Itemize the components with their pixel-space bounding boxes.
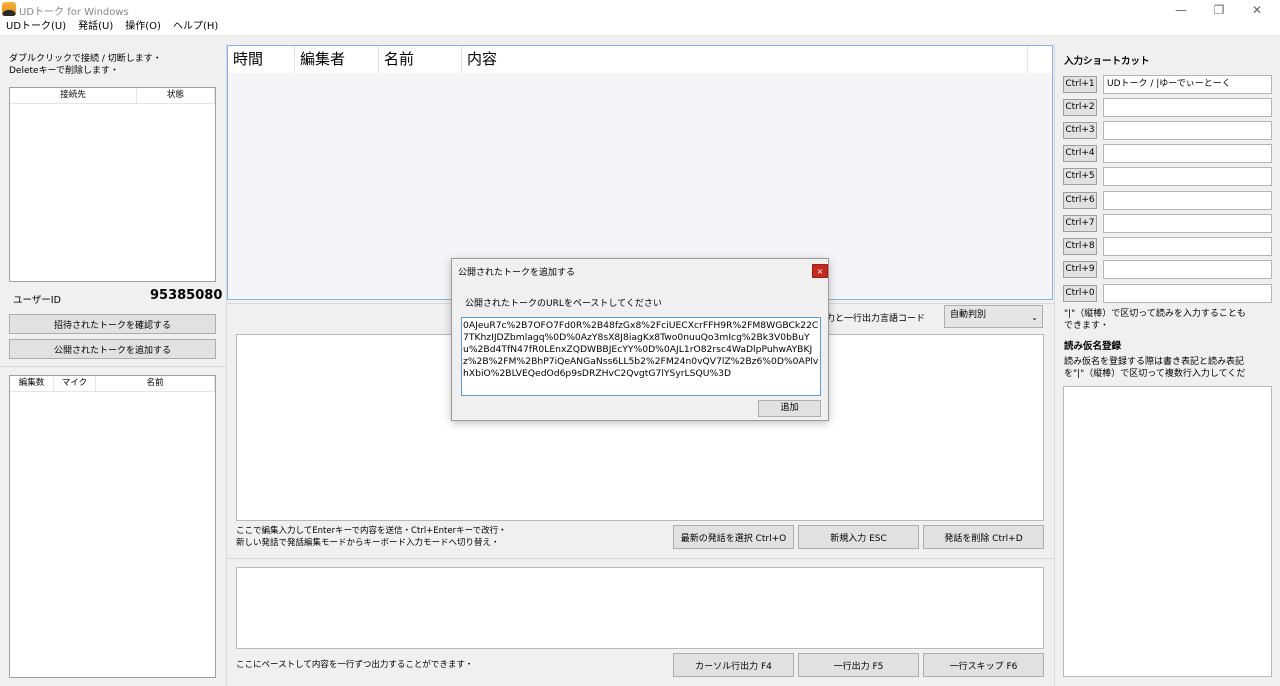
dialog-prompt: 公開されたトークのURLをペーストしてください	[465, 299, 662, 309]
shortcut-key-9[interactable]: Ctrl+9	[1063, 261, 1097, 278]
edit-hint-2: 新しい発話で発話編集モードからキーボード入力モードへ切り替え・	[236, 538, 500, 548]
column-header-editor[interactable]: 編集者	[295, 46, 379, 73]
column-header-edit-count[interactable]: 編集数	[10, 376, 54, 392]
kana-input-area[interactable]	[1063, 386, 1272, 677]
shortcut-key-6[interactable]: Ctrl+6	[1063, 192, 1097, 209]
user-id-label: ユーザーID	[13, 295, 61, 306]
shortcut-key-3[interactable]: Ctrl+3	[1063, 122, 1097, 139]
connection-instruction-2: Deleteキーで削除します・	[9, 66, 120, 76]
kana-note-1: 読み仮名を登録する際は書き表記と読み表記	[1064, 357, 1245, 367]
column-header-speaker[interactable]: 名前	[379, 46, 462, 73]
restore-icon[interactable]: ❐	[1202, 0, 1236, 19]
menu-bar: UDトーク(U) 発話(U) 操作(O) ヘルプ(H)	[0, 19, 1280, 35]
column-header-time[interactable]: 時間	[228, 46, 295, 73]
dialog-title: 公開されたトークを追加する	[458, 268, 576, 278]
shortcut-input-3[interactable]	[1103, 121, 1272, 140]
url-input[interactable]: 0AJeuR7c%2B7OFO7Fd0R%2B48fzGx8%2FciUECXc…	[461, 317, 821, 396]
app-logo-icon	[2, 2, 16, 16]
column-header-name[interactable]: 名前	[96, 376, 215, 392]
connections-list[interactable]: 接続先 状態	[9, 87, 216, 282]
dialog-add-button[interactable]: 追加	[758, 400, 821, 417]
shortcut-input-4[interactable]	[1103, 144, 1272, 163]
kana-title: 読み仮名登録	[1064, 341, 1122, 352]
cursor-line-output-button[interactable]: カーソル行出力 F4	[673, 653, 794, 677]
chevron-down-icon: ⌄	[1031, 313, 1038, 322]
menu-udtalk[interactable]: UDトーク(U)	[0, 19, 72, 35]
edit-hint-1: ここで編集入力してEnterキーで内容を送信・Ctrl+Enterキーで改行・	[236, 526, 507, 536]
window-title: UDトーク for Windows	[19, 7, 129, 18]
shortcut-note-2: できます・	[1064, 321, 1110, 331]
paste-input-area[interactable]	[236, 567, 1044, 649]
shortcut-input-9[interactable]	[1103, 260, 1272, 279]
shortcut-input-7[interactable]	[1103, 214, 1272, 233]
minimize-icon[interactable]: —	[1164, 0, 1198, 19]
menu-operation[interactable]: 操作(O)	[119, 19, 167, 35]
dialog-close-icon[interactable]: ×	[812, 264, 828, 278]
shortcut-key-0[interactable]: Ctrl+0	[1063, 285, 1097, 302]
add-public-talk-button[interactable]: 公開されたトークを追加する	[9, 339, 216, 359]
paste-hint: ここにペーストして内容を一行ずつ出力することができます・	[236, 660, 474, 670]
shortcut-note-1: "|"（縦棒）で区切って読みを入力することも	[1064, 309, 1246, 319]
select-latest-utterance-button[interactable]: 最新の発話を選択 Ctrl+O	[673, 525, 794, 549]
column-header-mic[interactable]: マイク	[54, 376, 96, 392]
line-output-button[interactable]: 一行出力 F5	[798, 653, 919, 677]
shortcut-input-8[interactable]	[1103, 237, 1272, 256]
menu-help[interactable]: ヘルプ(H)	[167, 19, 224, 35]
shortcut-input-1[interactable]: UDトーク / |ゆーでぃーとーく	[1103, 75, 1272, 94]
column-header-connection[interactable]: 接続先	[10, 88, 137, 104]
line-skip-button[interactable]: 一行スキップ F6	[923, 653, 1044, 677]
shortcut-key-1[interactable]: Ctrl+1	[1063, 76, 1097, 93]
left-divider	[0, 366, 226, 367]
new-input-button[interactable]: 新規入力 ESC	[798, 525, 919, 549]
title-bar	[0, 0, 1280, 19]
shortcut-title: 入力ショートカット	[1064, 56, 1150, 67]
participants-list[interactable]: 編集数 マイク 名前	[9, 375, 216, 678]
delete-utterance-button[interactable]: 発話を削除 Ctrl+D	[923, 525, 1044, 549]
shortcut-input-6[interactable]	[1103, 191, 1272, 210]
shortcut-key-4[interactable]: Ctrl+4	[1063, 145, 1097, 162]
close-window-icon[interactable]: ✕	[1240, 0, 1274, 19]
shortcut-key-8[interactable]: Ctrl+8	[1063, 238, 1097, 255]
connection-instruction-1: ダブルクリックで接続 / 切断します・	[9, 54, 162, 64]
shortcut-key-7[interactable]: Ctrl+7	[1063, 215, 1097, 232]
center-divider-bottom	[227, 558, 1054, 559]
column-header-filler	[1028, 46, 1052, 73]
shortcut-key-2[interactable]: Ctrl+2	[1063, 99, 1097, 116]
language-select-value: 自動判別	[950, 310, 987, 320]
check-invited-talk-button[interactable]: 招待されたトークを確認する	[9, 314, 216, 334]
shortcut-input-0[interactable]	[1103, 284, 1272, 303]
add-public-talk-dialog: 公開されたトークを追加する × 公開されたトークのURLをペーストしてください …	[451, 258, 829, 421]
user-id-value: 95385080	[150, 288, 223, 303]
shortcut-key-5[interactable]: Ctrl+5	[1063, 168, 1097, 185]
shortcut-input-5[interactable]	[1103, 167, 1272, 186]
column-header-status[interactable]: 状態	[137, 88, 215, 104]
shortcut-input-2[interactable]	[1103, 98, 1272, 117]
menu-utterance[interactable]: 発話(U)	[72, 19, 119, 35]
right-splitter[interactable]	[1054, 44, 1055, 686]
language-select[interactable]: 自動判別 ⌄	[944, 305, 1043, 328]
menu-spacer	[0, 35, 1280, 44]
language-code-label: 力と一行出力言語コード	[826, 314, 926, 324]
column-header-content[interactable]: 内容	[462, 46, 1028, 73]
kana-note-2: を"|"（縦棒）で区切って複数行入力してくだ	[1064, 369, 1246, 379]
